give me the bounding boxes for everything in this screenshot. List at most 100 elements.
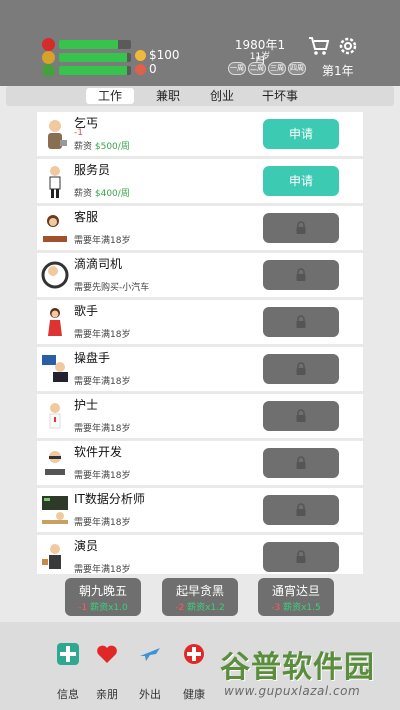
- smile-stat-icon: [42, 50, 55, 64]
- job-requirement: 需要年满18岁: [74, 424, 131, 434]
- job-title: 演员: [74, 539, 99, 553]
- job-row-driver: 滴滴司机 需要先购买-小汽车: [37, 253, 363, 297]
- lock-icon: [296, 503, 306, 516]
- mode-title: 朝九晚五: [78, 584, 127, 598]
- intelligence-bar: [59, 65, 131, 75]
- lock-icon: [296, 268, 306, 281]
- mode-title: 通宵达旦: [271, 584, 320, 598]
- nav-info[interactable]: 信息: [50, 642, 86, 701]
- job-requirement: 需要年满18岁: [74, 565, 131, 574]
- intelligence-stat: [42, 63, 131, 77]
- apply-button[interactable]: 申请: [263, 166, 339, 196]
- locked-button[interactable]: [263, 260, 339, 290]
- job-row-nurse: 护士 需要年满18岁: [37, 394, 363, 438]
- speed-1-button[interactable]: 一周: [228, 62, 246, 75]
- job-row-beggar: 乞丐 -1 薪资 $500/周 申请: [37, 112, 363, 156]
- money-display: $100: [135, 48, 180, 62]
- beggar-avatar: [48, 120, 67, 149]
- money-value: $100: [149, 48, 180, 62]
- plane-icon: [140, 648, 160, 661]
- mode-all-night-button[interactable]: 通宵达旦 -3 薪资x1.5: [258, 578, 334, 616]
- lock-icon: [296, 315, 306, 328]
- watermark-logo: 谷普软件园 www.gupuxlazal.com: [220, 642, 400, 710]
- nav-outing[interactable]: 外出: [132, 642, 168, 701]
- job-title: 客服: [74, 210, 99, 224]
- job-title: 软件开发: [74, 445, 123, 459]
- speed-2-button[interactable]: 二周: [248, 62, 266, 75]
- tab-startup[interactable]: 创业: [198, 88, 246, 104]
- mode-detail: -1 薪资x1.0: [78, 603, 128, 613]
- analyst-avatar: [42, 496, 68, 524]
- driver-avatar: [41, 261, 69, 289]
- job-salary: 薪资 $400/周: [74, 189, 130, 199]
- waiter-avatar: [49, 166, 61, 198]
- lock-icon: [296, 550, 306, 563]
- job-title: 操盘手: [74, 351, 111, 365]
- apply-button[interactable]: 申请: [263, 119, 339, 149]
- health-icon: [184, 644, 204, 664]
- actor-avatar: [42, 544, 61, 569]
- locked-button[interactable]: [263, 307, 339, 337]
- job-row-singer: 歌手 需要年满18岁: [37, 300, 363, 344]
- gem-icon: [135, 63, 146, 75]
- locked-button[interactable]: [263, 542, 339, 572]
- tab-parttime[interactable]: 兼职: [144, 88, 192, 104]
- year-label: 第1年: [322, 64, 354, 78]
- locked-button[interactable]: [263, 448, 339, 478]
- mode-early-late-button[interactable]: 起早贪黑 -2 薪资x1.2: [162, 578, 238, 616]
- job-requirement: 需要年满18岁: [74, 518, 131, 528]
- mode-detail: -2 薪资x1.2: [175, 603, 225, 613]
- current-age: 11岁: [249, 52, 271, 62]
- trader-avatar: [42, 355, 68, 382]
- job-row-waiter: 服务员 薪资 $400/周 申请: [37, 159, 363, 203]
- locked-button[interactable]: [263, 354, 339, 384]
- gear-icon[interactable]: [336, 34, 360, 58]
- nav-label: 亲朋: [96, 688, 118, 701]
- lock-icon: [296, 362, 306, 375]
- header-bar: $100 0 1980年1月 11岁 一周 二周 三周 四周 第1年: [0, 0, 400, 86]
- job-list: 乞丐 -1 薪资 $500/周 申请 服务员 薪资 $400/周 申请 客服 需…: [37, 112, 363, 574]
- heart-stat-icon: [42, 37, 55, 51]
- job-title: 歌手: [74, 304, 99, 318]
- locked-button[interactable]: [263, 213, 339, 243]
- lock-icon: [296, 221, 306, 234]
- job-requirement: 需要年满18岁: [74, 471, 131, 481]
- nav-label: 健康: [183, 688, 205, 701]
- job-row-service: 客服 需要年满18岁: [37, 206, 363, 250]
- job-title: 滴滴司机: [74, 257, 123, 271]
- health-bar: [59, 39, 131, 49]
- locked-button[interactable]: [263, 401, 339, 431]
- tab-work[interactable]: 工作: [86, 88, 134, 104]
- job-tabs: 工作 兼职 创业 干坏事: [6, 86, 394, 106]
- speed-4-button[interactable]: 四周: [288, 62, 306, 75]
- speed-3-button[interactable]: 三周: [268, 62, 286, 75]
- coin-icon: [135, 49, 146, 61]
- job-requirement: 需要年满18岁: [74, 236, 131, 246]
- happiness-stat: [42, 50, 131, 64]
- job-title: 护士: [74, 398, 99, 412]
- job-title: 服务员: [74, 163, 111, 177]
- nav-label: 外出: [139, 688, 161, 701]
- lock-icon: [296, 409, 306, 422]
- gem-display: 0: [135, 62, 157, 76]
- nav-health[interactable]: 健康: [176, 642, 212, 701]
- job-salary: 薪资 $500/周: [74, 142, 130, 152]
- nav-family[interactable]: 亲朋: [89, 642, 125, 701]
- tab-crime[interactable]: 干坏事: [252, 88, 308, 104]
- job-requirement: 需要年满18岁: [74, 377, 131, 387]
- watermark-text: 谷普软件园: [220, 650, 375, 685]
- job-requirement: 需要先购买-小汽车: [74, 283, 150, 293]
- mode-title: 起早贪黑: [175, 584, 224, 598]
- developer-avatar: [45, 451, 65, 475]
- nurse-avatar: [49, 403, 61, 429]
- watermark-url: www.gupuxlazal.com: [224, 684, 361, 698]
- mode-detail: -3 薪资x1.5: [271, 603, 321, 613]
- mode-nine-to-five-button[interactable]: 朝九晚五 -1 薪资x1.0: [65, 578, 141, 616]
- heart-icon: [97, 645, 117, 663]
- cart-icon[interactable]: [307, 34, 331, 58]
- nav-label: 信息: [57, 688, 79, 701]
- singer-avatar: [48, 308, 62, 336]
- info-icon: [57, 643, 79, 665]
- gem-value: 0: [149, 62, 157, 76]
- locked-button[interactable]: [263, 495, 339, 525]
